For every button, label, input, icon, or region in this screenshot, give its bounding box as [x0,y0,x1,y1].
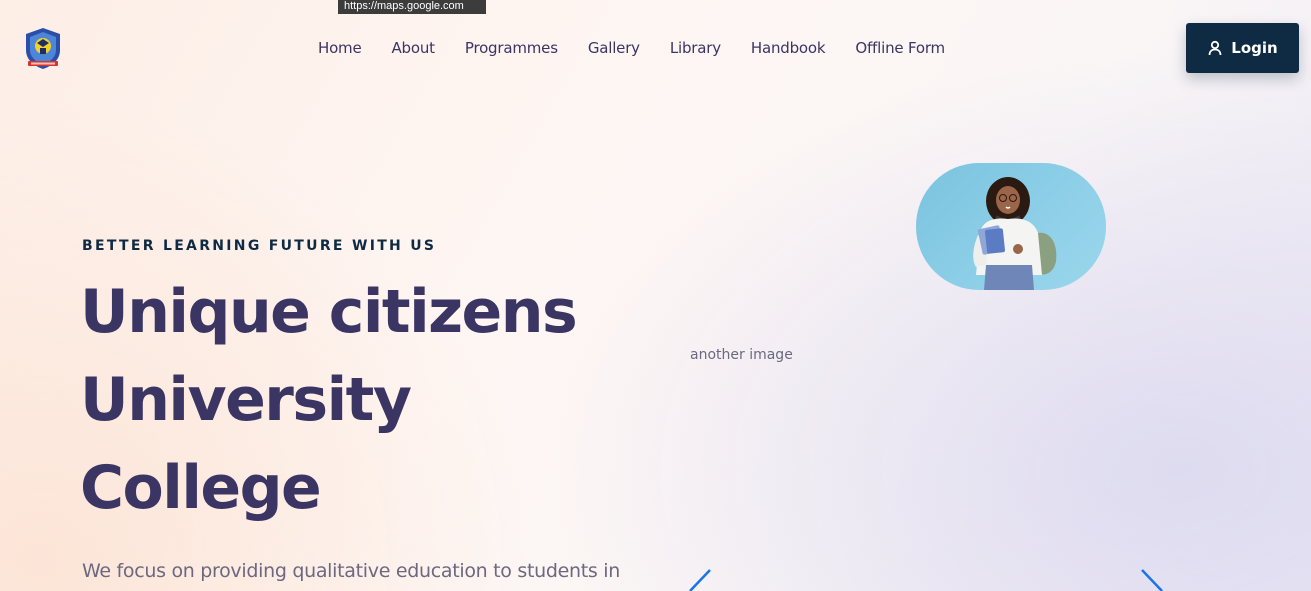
user-icon [1207,40,1223,56]
college-crest-icon [26,28,60,69]
nav-item-programmes[interactable]: Programmes [465,37,558,59]
student-photo [916,163,1106,290]
login-button[interactable]: Login [1186,23,1299,73]
nav-item-offline-form[interactable]: Offline Form [855,37,945,59]
nav-item-handbook[interactable]: Handbook [751,37,826,59]
link-url-tooltip: https://maps.google.com [338,0,486,14]
nav-item-about[interactable]: About [392,37,436,59]
login-label: Login [1231,39,1278,57]
nav-item-home[interactable]: Home [318,37,362,59]
student-image-icon [973,177,1057,290]
hero-title: Unique citizens University College [80,268,578,532]
carousel-next[interactable] [1138,568,1168,591]
college-logo[interactable] [22,26,64,70]
chevron-right-icon [1141,569,1163,591]
main-navigation: Home About Programmes Gallery Library Ha… [318,37,945,59]
hero-description: We focus on providing qualitative educat… [82,560,620,582]
nav-item-library[interactable]: Library [670,37,721,59]
nav-item-gallery[interactable]: Gallery [588,37,640,59]
hero-title-line: University [80,365,412,435]
chevron-left-icon [689,569,711,591]
carousel-prev[interactable] [686,568,716,591]
hero-title-line: College [80,453,322,523]
broken-image-alt-text: another image [690,347,793,363]
hero-title-line: Unique citizens [80,277,578,347]
hero-eyebrow: BETTER LEARNING FUTURE WITH US [82,238,437,254]
